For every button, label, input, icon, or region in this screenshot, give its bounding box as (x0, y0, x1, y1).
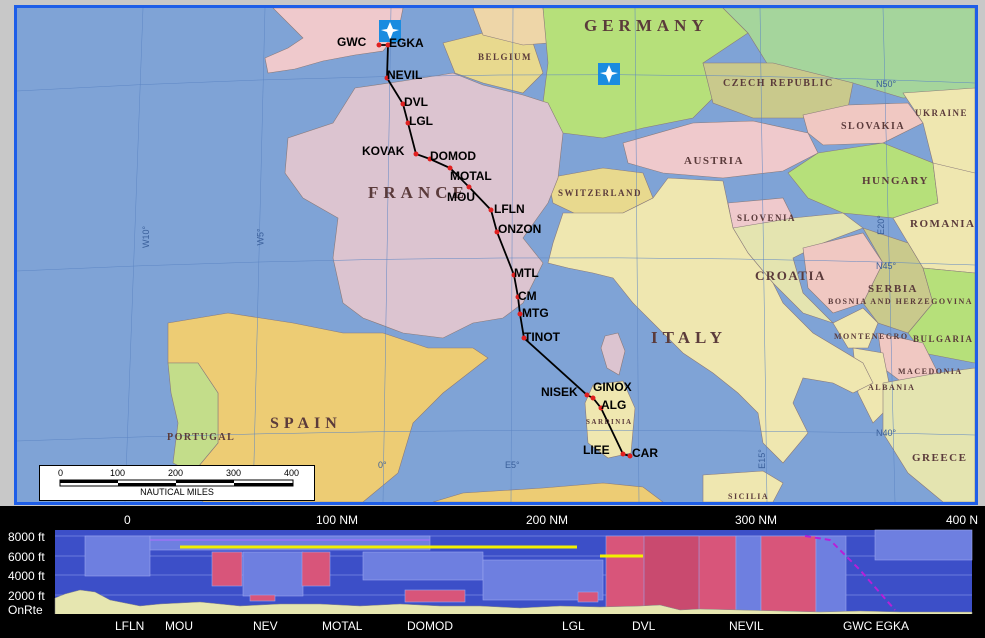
altitude-tick-label: 8000 ft (8, 530, 45, 544)
distance-tick-label: 400 N (946, 513, 979, 527)
grid-label: N40° (876, 428, 897, 438)
profile-chart[interactable] (0, 506, 985, 638)
country-label-croatia: CROATIA (755, 268, 826, 283)
waypoint-label-cm[interactable]: CM (518, 289, 537, 303)
scale-tick-100: 100 (110, 468, 126, 478)
grid-label: 0° (378, 460, 387, 470)
country-label-sardinia: SARDINIA (586, 418, 633, 426)
waypoint-marker-lfln[interactable] (488, 207, 494, 213)
waypoint-label-nevil[interactable]: NEVIL (387, 68, 422, 82)
map-panel: GERMANY BELGIUM CZECH REPUBLIC SLOVAKIA UKRA… (0, 0, 985, 506)
grid-label: N50° (876, 79, 897, 89)
scale-tick-300: 300 (226, 468, 242, 478)
country-label-romania: ROMANIA (910, 218, 976, 230)
grid-label: E20° (875, 215, 886, 235)
profile-waypoint-label[interactable]: NEV (253, 619, 278, 633)
country-label-slovakia: SLOVAKIA (841, 121, 906, 132)
waypoint-label-onzon[interactable]: ONZON (498, 222, 541, 236)
country-label-albania: ALBANIA (868, 383, 916, 392)
waypoint-label-tinot[interactable]: TINOT (524, 330, 560, 344)
profile-waypoint-label[interactable]: DOMOD (407, 619, 453, 633)
country-label-portugal: PORTUGAL (167, 432, 236, 443)
country-label-bosnia-and-herzegovina: BOSNIA AND HERZEGOVINA (828, 297, 974, 306)
country-label-macedonia: MACEDONIA (898, 367, 963, 376)
scale-unit-label: NAUTICAL MILES (140, 487, 214, 497)
waypoint-label-mou[interactable]: MOU (447, 190, 475, 204)
grid-label: E5° (505, 460, 520, 470)
country-label-spain: SPAIN (270, 415, 342, 432)
country-label-bulgaria: BULGARIA (913, 334, 974, 344)
country-label-italy: ITALY (651, 328, 728, 347)
waypoint-label-lfln[interactable]: LFLN (494, 202, 525, 216)
altitude-tick-label: OnRte (8, 603, 43, 617)
waypoint-label-lgl[interactable]: LGL (409, 114, 433, 128)
scale-bar: 0 100 200 300 400 NAUTICAL MILES (39, 465, 315, 501)
waypoint-label-liee[interactable]: LIEE (583, 443, 610, 457)
country-label-slovenia: SLOVENIA (737, 213, 797, 223)
waypoint-label-dvl[interactable]: DVL (404, 95, 428, 109)
waypoint-label-gwc[interactable]: GWC (337, 35, 366, 49)
country-label-montenegro: MONTENEGRO (834, 332, 909, 341)
map-view[interactable]: GERMANY BELGIUM CZECH REPUBLIC SLOVAKIA UKRA… (14, 5, 978, 505)
waypoint-label-egka[interactable]: EGKA (389, 36, 424, 50)
distance-tick-label: 300 NM (735, 513, 778, 527)
country-label-belgium: BELGIUM (478, 52, 533, 62)
altitude-tick-label: 4000 ft (8, 569, 45, 583)
grid-label: E15° (756, 449, 767, 469)
waypoint-marker-nisek[interactable] (584, 392, 590, 398)
scale-tick-200: 200 (168, 468, 184, 478)
waypoint-label-car[interactable]: CAR (632, 446, 658, 460)
country-label-hungary: HUNGARY (862, 175, 929, 187)
country-label-greece: GREECE (912, 452, 968, 464)
country-label-sicilia: SICILIA (728, 492, 770, 501)
altitude-tick-label: 2000 ft (8, 589, 45, 603)
profile-waypoint-label[interactable]: MOTAL (322, 619, 362, 633)
grid-label: W5° (255, 228, 266, 246)
country-label-czech-republic: CZECH REPUBLIC (723, 78, 834, 89)
profile-waypoint-label[interactable]: MOU (165, 619, 193, 633)
country-label-ukraine: UKRAINE (915, 108, 969, 118)
scale-tick-0: 0 (58, 468, 64, 478)
waypoint-label-mtg[interactable]: MTG (522, 306, 549, 320)
profile-waypoint-label[interactable]: DVL (632, 619, 655, 633)
waypoint-label-nisek[interactable]: NISEK (541, 385, 578, 399)
waypoint-label-domod[interactable]: DOMOD (430, 149, 476, 163)
grid-label: N45° (876, 261, 897, 271)
waypoint-marker-ginox[interactable] (590, 395, 596, 401)
waypoint-label-motal[interactable]: MOTAL (450, 169, 492, 183)
vertical-profile-panel[interactable]: 0 100 NM 200 NM 300 NM 400 N 8000 ft 6000 ft 4… (0, 506, 985, 638)
scale-tick-400: 400 (284, 468, 300, 478)
profile-waypoint-label[interactable]: LFLN (115, 619, 144, 633)
grid-label: W10° (141, 225, 152, 249)
waypoint-label-alg[interactable]: ALG (601, 398, 626, 412)
profile-waypoint-label[interactable]: LGL (562, 619, 585, 633)
distance-tick-label: 100 NM (316, 513, 359, 527)
profile-waypoint-label[interactable]: GWC EGKA (843, 619, 909, 633)
country-label-serbia: SERBIA (868, 283, 918, 295)
country-label-germany: GERMANY (584, 16, 709, 35)
waypoint-marker-kovak[interactable] (413, 151, 419, 157)
profile-waypoint-label[interactable]: NEVIL (729, 619, 764, 633)
altitude-tick-label: 6000 ft (8, 550, 45, 564)
country-label-austria: AUSTRIA (684, 155, 745, 167)
waypoint-marker-liee[interactable] (620, 451, 626, 457)
airport-icon[interactable] (598, 63, 620, 85)
waypoint-label-mtl[interactable]: MTL (514, 266, 539, 280)
waypoint-label-kovak[interactable]: KOVAK (362, 144, 404, 158)
distance-tick-label: 200 NM (526, 513, 569, 527)
waypoint-label-ginox[interactable]: GINOX (593, 380, 632, 394)
country-label-switzerland: SWITZERLAND (558, 188, 643, 198)
distance-tick-label: 0 (124, 513, 131, 527)
waypoint-marker-gwc[interactable] (376, 42, 382, 48)
